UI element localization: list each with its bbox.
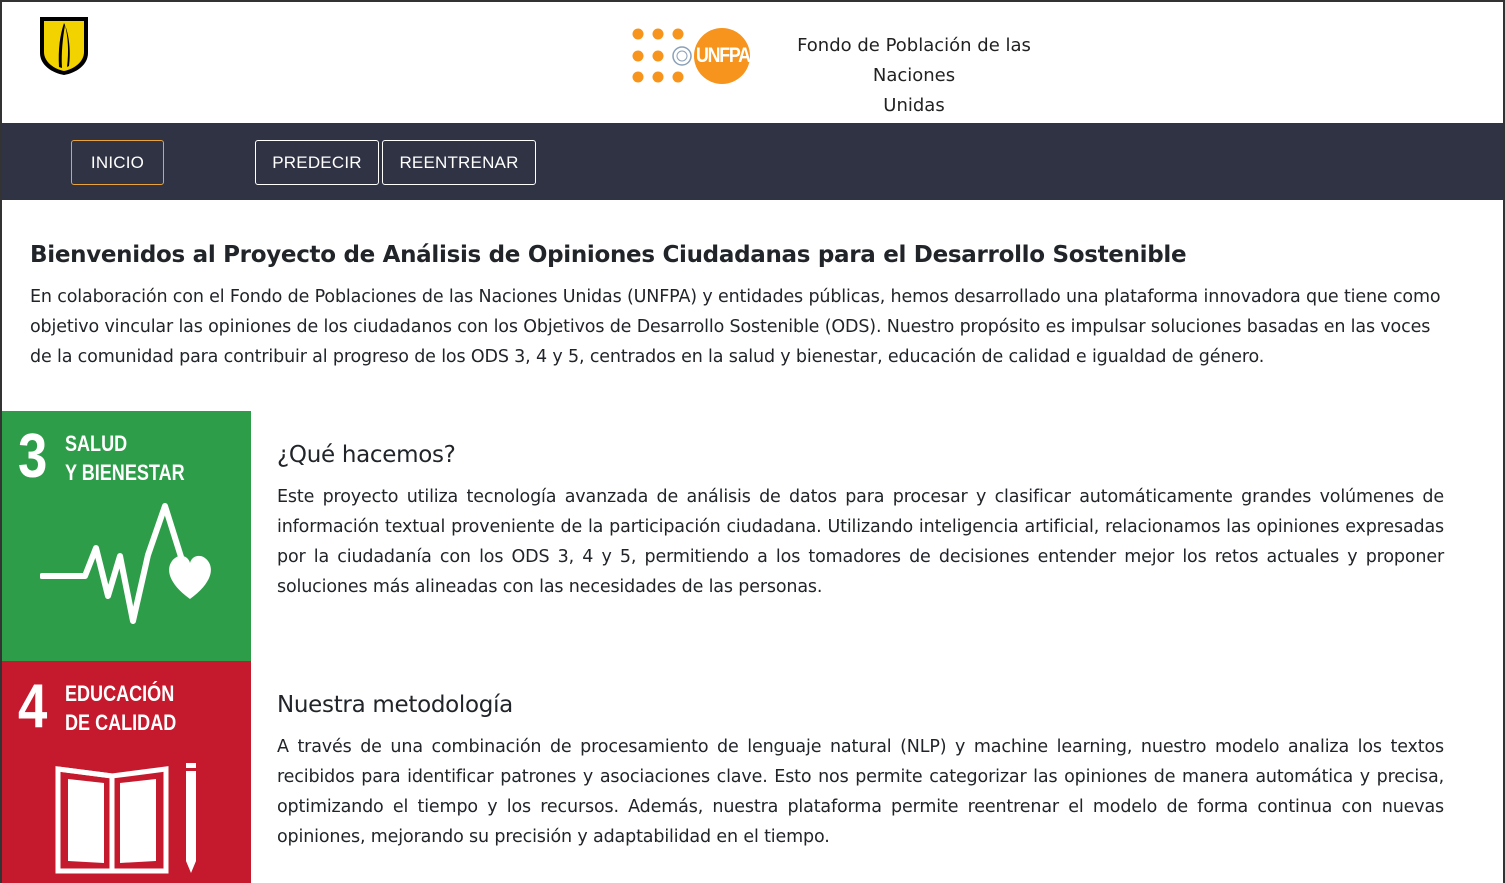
nav-reentrenar-button[interactable]: REENTRENAR	[382, 140, 536, 185]
heartbeat-icon	[40, 503, 211, 624]
section-que-hacemos-title: ¿Qué hacemos?	[277, 442, 456, 468]
sdg3-tile: 3 SALUD Y BIENESTAR	[2, 411, 251, 661]
un-emblem-icon	[672, 46, 692, 66]
sdg3-number: 3	[18, 422, 48, 491]
intro-paragraph: En colaboración con el Fondo de Poblacio…	[30, 287, 1441, 367]
unfpa-logo[interactable]: UNFPA	[630, 26, 752, 86]
sdg3-label-line2: Y BIENESTAR	[65, 460, 185, 485]
sdg4-label-line1: EDUCACIÓN	[65, 681, 175, 706]
nav-inicio-button[interactable]: INICIO	[71, 140, 164, 185]
sdg4-number: 4	[18, 672, 48, 741]
organization-title-line1: Fondo de Población de las Naciones	[797, 35, 1031, 86]
sdg4-tile: 4 EDUCACIÓN DE CALIDAD	[2, 661, 251, 883]
book-pencil-icon	[55, 763, 196, 874]
header: UNFPA Fondo de Población de las Naciones…	[2, 2, 1503, 123]
section-metodologia-text: A través de una combinación de procesami…	[277, 737, 1444, 847]
organization-title-line2: Unidas	[883, 95, 945, 116]
section-que-hacemos-text: Este proyecto utiliza tecnología avanzad…	[277, 487, 1444, 597]
sdg4-label-line2: DE CALIDAD	[65, 710, 177, 735]
section-metodologia-title: Nuestra metodología	[277, 692, 513, 718]
page-title: Bienvenidos al Proyecto de Análisis de O…	[30, 242, 1187, 268]
sdg4-label: EDUCACIÓN DE CALIDAD	[65, 679, 176, 737]
nav-predecir-button[interactable]: PREDECIR	[255, 140, 379, 185]
unfpa-logo-text: UNFPA	[696, 44, 751, 67]
university-logo[interactable]	[38, 15, 90, 77]
sdg3-label-line1: SALUD	[65, 431, 128, 456]
navbar: INICIO PREDECIR REENTRENAR	[2, 123, 1503, 200]
page-frame: UNFPA Fondo de Población de las Naciones…	[0, 0, 1505, 883]
sdg3-label: SALUD Y BIENESTAR	[65, 429, 185, 487]
organization-title: Fondo de Población de las Naciones Unida…	[754, 31, 1074, 121]
